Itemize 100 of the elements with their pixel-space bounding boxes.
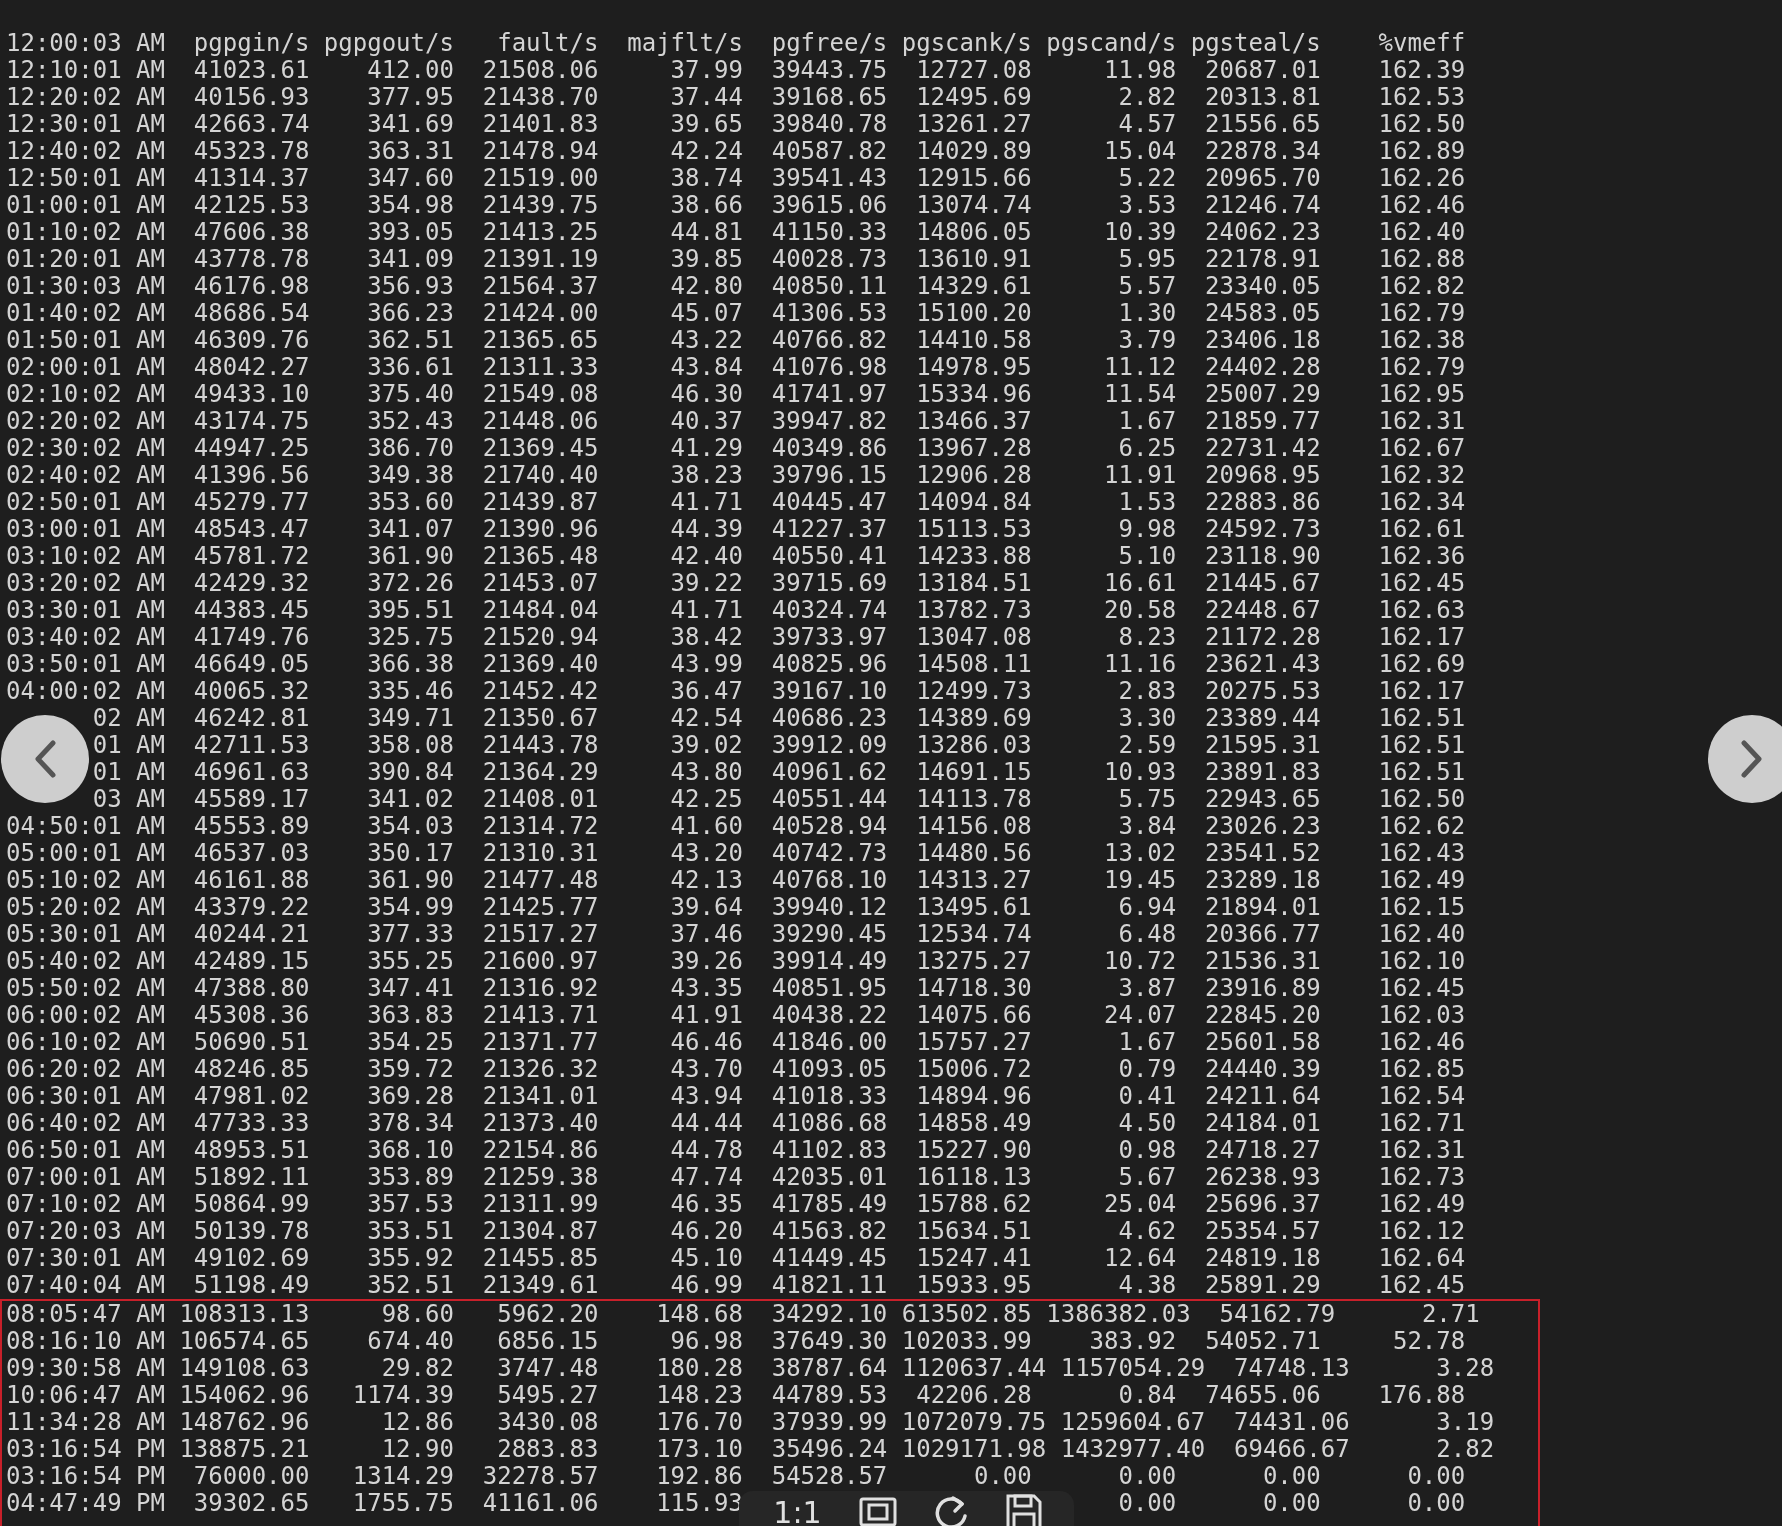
table-cell-text: 347.60 [366,165,454,192]
table-cell-text: 12.90 [380,1436,454,1463]
table-cell-text: 21556.65 [1204,111,1321,138]
table-cell-text: 6856.15 [496,1328,599,1355]
table-cell-text: 39168.65 [770,84,888,111]
table-cell-text: 39715.69 [770,570,888,597]
table-cell-text: 12495.69 [915,84,1032,111]
table-cell-text: 162.69 [1377,651,1466,678]
table-cell: 02:40:02 AM [6,462,165,489]
table-cell-text: 162.54 [1377,1083,1466,1110]
table-cell-text: 361.90 [366,543,454,570]
table-cell-text: 21326.32 [481,1056,599,1083]
table-cell-text: 366.23 [366,300,454,327]
table-cell-text: 22943.65 [1204,786,1321,813]
table-cell-text: 3747.48 [496,1355,599,1382]
table-cell-text: 39940.12 [770,894,888,921]
table-cell-text: 378.34 [366,1110,454,1137]
table-cell-text: 44383.45 [192,597,310,624]
table-cell-text: 12.86 [380,1409,454,1436]
table-cell: 05:40:02 AM [6,948,165,975]
table-cell-text: 21508.06 [481,57,599,84]
table-cell-text: 21364.29 [481,759,599,786]
table-cell-text: 22845.20 [1204,1002,1321,1029]
table-cell-text: 21439.87 [481,489,599,516]
table-cell-text: 14894.96 [915,1083,1032,1110]
table-cell-text: 11.12 [1103,354,1177,381]
table-cell-text: 54162.79 [1218,1301,1336,1328]
table-cell-text: 39840.78 [770,111,888,138]
table-cell-text: 42.13 [669,867,743,894]
table-cell-text: 13967.28 [915,435,1032,462]
table-cell-text: 37939.99 [770,1409,888,1436]
table-cell-text: 1.30 [1117,300,1177,327]
table-cell-text: 40587.82 [770,138,888,165]
table-cell-text: 115.93 [655,1490,743,1517]
table-cell-text: 21448.06 [481,408,599,435]
table-cell-text: 162.71 [1377,1110,1466,1137]
table-cell: 01:30:03 AM [6,273,165,300]
table-cell-text: 38.23 [669,462,743,489]
table-cell: 09:30:58 AM [6,1355,165,1382]
table-cell-text: 357.53 [366,1191,454,1218]
table-cell-text: 45308.36 [192,1002,310,1029]
table-cell-text: 98.60 [380,1301,454,1328]
table-cell-text: 349.71 [366,705,454,732]
table-cell-text: 21413.71 [481,1002,599,1029]
table-cell-text: 3.30 [1117,705,1177,732]
table-cell-text: 48953.51 [192,1137,310,1164]
table-cell-text: 1755.75 [351,1490,454,1517]
table-cell-text: 358.08 [366,732,454,759]
table-cell-text: 44789.53 [770,1382,888,1409]
table-cell-text: 20313.81 [1204,84,1321,111]
table-cell-text: 24718.27 [1204,1137,1321,1164]
table-cell-text: 20687.01 [1204,57,1321,84]
table-cell-text: 48543.47 [192,516,310,543]
table-cell-text: 162.17 [1377,678,1466,705]
table-cell-text: 162.36 [1377,543,1466,570]
table-cell-text: 21740.40 [481,462,599,489]
table-cell-text: 162.64 [1377,1245,1466,1272]
column-header: pgscand/s [1046,30,1177,57]
table-cell-text: 11.54 [1103,381,1177,408]
column-header: pgscank/s [901,30,1032,57]
actual-size-button[interactable]: 1:1 [769,1494,826,1526]
table-cell-text: 3.79 [1117,327,1177,354]
table-cell-text: 162.46 [1377,192,1466,219]
table-cell-text: 355.25 [366,948,454,975]
table-cell: 04:00:02 AM [6,678,165,705]
table-cell-text: 45.07 [669,300,743,327]
table-cell-text: 15788.62 [915,1191,1032,1218]
table-cell-text: 37.99 [669,57,743,84]
table-cell-text: 40551.44 [770,786,888,813]
table-cell-text: 46.99 [669,1272,743,1299]
table-cell-text: 1.67 [1117,1029,1177,1056]
table-cell-text: 03 AM [91,786,165,813]
table-cell-text: 21172.28 [1204,624,1321,651]
table-cell-text: 21519.00 [481,165,599,192]
table-cell-text: 390.84 [366,759,454,786]
table-cell-text: 162.10 [1377,948,1466,975]
table-cell-text: 355.92 [366,1245,454,1272]
table-cell: 02:50:01 AM [6,489,165,516]
table-cell: 01:40:02 AM [6,300,165,327]
table-cell-text: 347.41 [366,975,454,1002]
table-cell-text: 162.88 [1377,246,1466,273]
table-cell-text: 21425.77 [481,894,599,921]
table-cell: 05:50:02 AM [6,975,165,1002]
table-cell: 06:10:02 AM [6,1029,165,1056]
table-cell-text: 46176.98 [192,273,310,300]
table-cell-text: 3430.08 [496,1409,599,1436]
table-cell-text: 1.67 [1117,408,1177,435]
table-cell-text: 40244.21 [192,921,310,948]
table-cell-text: 25696.37 [1204,1191,1321,1218]
table-cell-text: 354.98 [366,192,454,219]
table-cell-text: 162.34 [1377,489,1466,516]
table-cell: 12:10:01 AM [6,57,165,84]
table-cell-text: 40.37 [669,408,743,435]
table-cell-text: 21341.01 [481,1083,599,1110]
table-cell: 04:47:49 PM [6,1490,165,1517]
table-cell-text: 15.04 [1103,138,1177,165]
table-cell: 1157054.29 [1060,1355,1206,1382]
table-cell-text: 6.25 [1117,435,1177,462]
table-cell-text: 15334.96 [915,381,1032,408]
table-cell-text: 20968.95 [1204,462,1321,489]
